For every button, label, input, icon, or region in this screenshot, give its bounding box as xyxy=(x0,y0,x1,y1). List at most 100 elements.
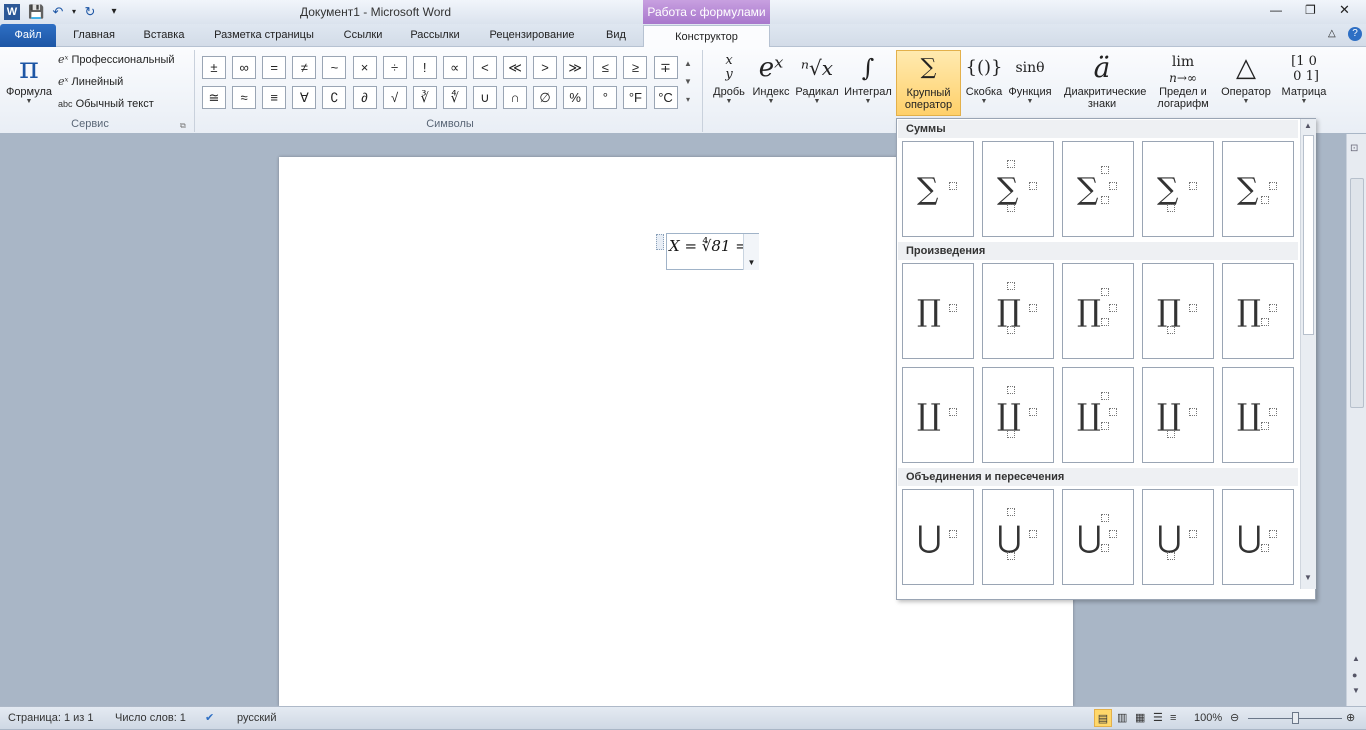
symbol-button[interactable]: × xyxy=(352,56,377,79)
gallery-item[interactable]: ∑ xyxy=(1222,141,1294,237)
symbol-button[interactable]: ≥ xyxy=(623,56,648,79)
proofing-icon[interactable]: ✔ xyxy=(205,707,214,730)
vertical-scrollbar[interactable]: ⊡ ▲ ● ▼ xyxy=(1346,134,1366,706)
symbol-button[interactable]: °C xyxy=(653,86,678,109)
gallery-scroll-down-icon[interactable]: ▼ xyxy=(1304,573,1312,582)
draft-icon[interactable]: ≡ xyxy=(1170,707,1176,730)
limit-button[interactable]: lim n→∞ Предел и логарифм xyxy=(1152,50,1214,110)
gallery-item[interactable]: ∐ xyxy=(982,367,1054,463)
tab-page-layout[interactable]: Разметка страницы xyxy=(204,24,324,47)
gallery-item[interactable]: ∏ xyxy=(1062,263,1134,359)
symbol-button[interactable]: ∪ xyxy=(472,86,497,109)
symbols-scroll[interactable]: ▲ ▼ ▾ xyxy=(682,55,694,111)
tab-review[interactable]: Рецензирование xyxy=(480,24,584,47)
gallery-item[interactable]: ⋃ xyxy=(902,489,974,585)
symbol-button[interactable]: ≠ xyxy=(292,56,317,79)
symbol-button[interactable]: ° xyxy=(593,86,618,109)
symbol-button[interactable]: ≪ xyxy=(503,56,527,79)
symbol-button[interactable]: ≅ xyxy=(202,86,226,109)
gallery-item[interactable]: ∏ xyxy=(902,263,974,359)
integral-button[interactable]: ∫ Интеграл ▼ xyxy=(842,50,894,105)
ribbon-minimize-icon[interactable]: △ xyxy=(1328,28,1336,39)
accent-button[interactable]: ä Диакритические знаки xyxy=(1056,50,1148,110)
redo-icon[interactable]: ↻ xyxy=(82,4,98,20)
zoom-level[interactable]: 100% xyxy=(1194,707,1222,730)
symbol-button[interactable]: = xyxy=(262,56,287,79)
gallery-scroll-up-icon[interactable]: ▲ xyxy=(1304,121,1312,130)
gallery-item[interactable]: ⋃ xyxy=(1142,489,1214,585)
symbol-button[interactable]: ∞ xyxy=(232,56,257,79)
gallery-item[interactable]: ∏ xyxy=(1222,263,1294,359)
tab-references[interactable]: Ссылки xyxy=(336,24,390,47)
gallery-item[interactable]: ⋃ xyxy=(982,489,1054,585)
equation-options-icon[interactable]: ▼ xyxy=(743,234,759,270)
gallery-scrollbar[interactable]: ▲ ▼ xyxy=(1300,119,1316,589)
restore-icon[interactable]: ❐ xyxy=(1305,3,1316,17)
undo-dropdown-icon[interactable]: ▾ xyxy=(66,4,82,20)
symbol-button[interactable]: ∅ xyxy=(533,86,558,109)
tab-home[interactable]: Главная xyxy=(66,24,122,47)
tab-insert[interactable]: Вставка xyxy=(136,24,192,47)
equation-box[interactable]: X = ∜81 = ▼ xyxy=(666,233,759,270)
symbol-button[interactable]: % xyxy=(563,86,588,109)
word-count[interactable]: Число слов: 1 xyxy=(115,707,186,730)
symbol-button[interactable]: √ xyxy=(382,86,407,109)
full-screen-icon[interactable]: ▥ xyxy=(1117,707,1127,730)
undo-icon[interactable]: ↶ xyxy=(50,4,66,20)
symbol-button[interactable]: ≫ xyxy=(563,56,588,79)
customize-qat-icon[interactable]: ▾ xyxy=(106,4,122,20)
symbol-button[interactable]: ∩ xyxy=(503,86,527,109)
symbol-button[interactable]: ~ xyxy=(322,56,347,79)
symbol-button[interactable]: ∂ xyxy=(352,86,377,109)
ruler-toggle-icon[interactable]: ⊡ xyxy=(1350,143,1358,154)
large-operator-button[interactable]: ∑ Крупный оператор xyxy=(896,50,961,116)
word-app-icon[interactable]: W xyxy=(4,4,20,20)
symbol-button[interactable]: ± xyxy=(202,56,226,79)
symbol-button[interactable]: ∛ xyxy=(412,86,437,109)
symbol-button[interactable]: ∝ xyxy=(442,56,467,79)
formula-button[interactable]: π Формула ▼ xyxy=(4,52,54,106)
gallery-item[interactable]: ⋃ xyxy=(1062,489,1134,585)
next-page-icon[interactable]: ▼ xyxy=(1352,686,1360,695)
symbol-button[interactable]: ≡ xyxy=(262,86,287,109)
web-layout-icon[interactable]: ▦ xyxy=(1135,707,1145,730)
symbol-button[interactable]: ∀ xyxy=(292,86,317,109)
close-icon[interactable]: ✕ xyxy=(1339,2,1350,18)
function-button[interactable]: sinθ Функция ▼ xyxy=(1006,50,1054,105)
operator-button[interactable]: △ Оператор ▼ xyxy=(1218,50,1274,105)
help-icon[interactable]: ? xyxy=(1348,27,1362,41)
symbol-button[interactable]: ∁ xyxy=(322,86,347,109)
gallery-item[interactable]: ∐ xyxy=(902,367,974,463)
equation-handle[interactable] xyxy=(656,234,664,250)
save-icon[interactable]: 💾 xyxy=(28,4,44,20)
symbol-button[interactable]: > xyxy=(533,56,558,79)
tab-file[interactable]: Файл xyxy=(0,24,56,47)
matrix-button[interactable]: [1 0 0 1] Матрица ▼ xyxy=(1278,50,1330,105)
symbol-button[interactable]: °F xyxy=(623,86,648,109)
symbol-button[interactable]: < xyxy=(472,56,497,79)
zoom-out-icon[interactable]: ⊖ xyxy=(1230,707,1239,730)
gallery-item[interactable]: ⋃ xyxy=(1222,489,1294,585)
gallery-item[interactable]: ∐ xyxy=(1142,367,1214,463)
gallery-item[interactable]: ∏ xyxy=(1142,263,1214,359)
linear-button[interactable]: eˣ Линейный xyxy=(58,75,123,88)
gallery-item[interactable]: ∑ xyxy=(902,141,974,237)
tab-view[interactable]: Вид xyxy=(596,24,636,47)
print-layout-icon[interactable]: ▤ xyxy=(1094,709,1112,727)
prev-page-icon[interactable]: ▲ xyxy=(1352,654,1360,663)
gallery-item[interactable]: ∏ xyxy=(982,263,1054,359)
symbol-button[interactable]: ! xyxy=(412,56,437,79)
browse-object-icon[interactable]: ● xyxy=(1352,670,1357,680)
zoom-in-icon[interactable]: ⊕ xyxy=(1346,707,1355,730)
gallery-item[interactable]: ∑ xyxy=(1142,141,1214,237)
gallery-scroll-thumb[interactable] xyxy=(1303,135,1314,335)
symbol-button[interactable]: ∜ xyxy=(442,86,467,109)
gallery-item[interactable]: ∑ xyxy=(982,141,1054,237)
scroll-thumb[interactable] xyxy=(1350,178,1364,408)
gallery-item[interactable]: ∐ xyxy=(1222,367,1294,463)
script-button[interactable]: eˣ Индекс ▼ xyxy=(750,50,792,105)
symbol-button[interactable]: ≤ xyxy=(593,56,618,79)
gallery-item[interactable]: ∐ xyxy=(1062,367,1134,463)
symbol-button[interactable]: ÷ xyxy=(382,56,407,79)
dialog-launcher-icon[interactable]: ⧉ xyxy=(180,121,186,131)
